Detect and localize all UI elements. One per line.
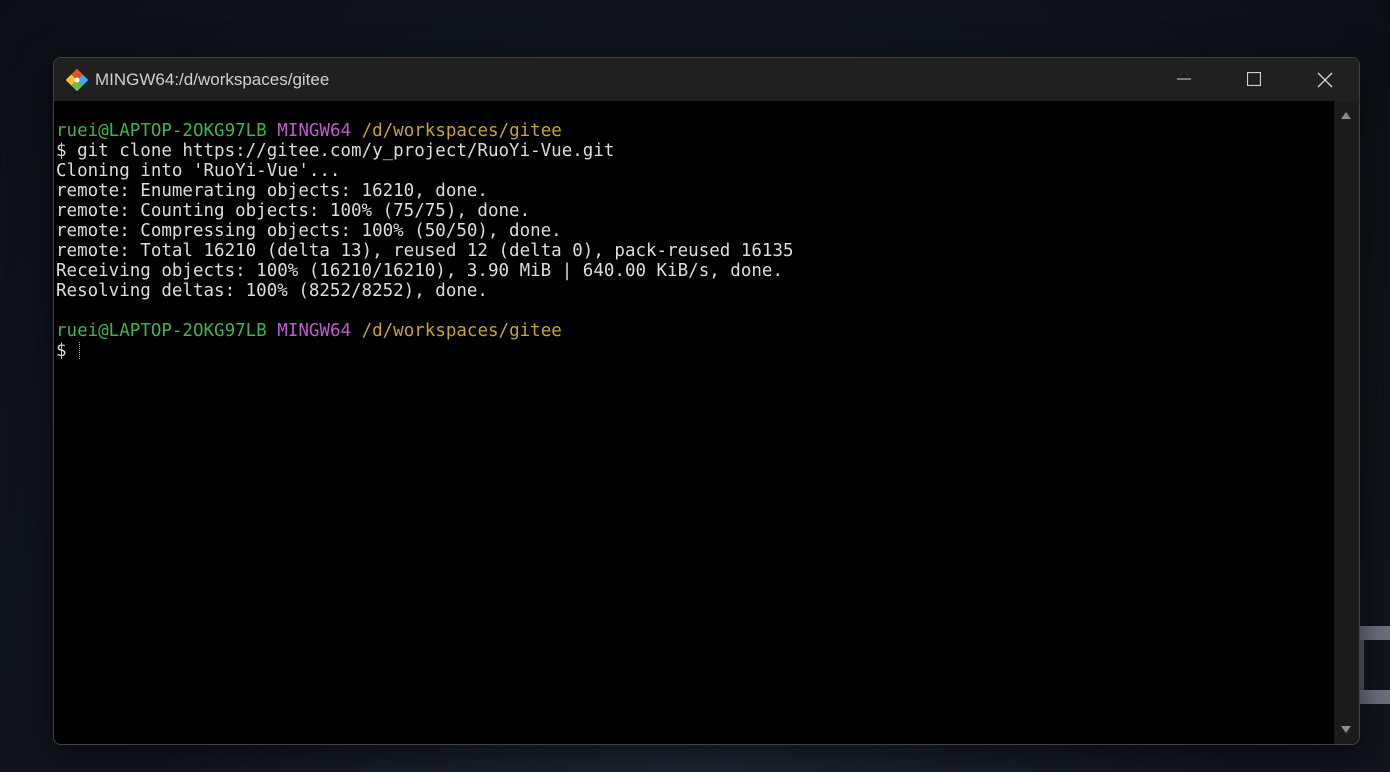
title-bar[interactable]: MINGW64:/d/workspaces/gitee <box>54 58 1359 101</box>
terminal-output-area[interactable]: ruei@LAPTOP-2OKG97LB MINGW64 /d/workspac… <box>54 101 1334 744</box>
prompt-env: MINGW64 <box>277 321 352 341</box>
git-icon <box>66 69 88 91</box>
output-line: remote: Total 16210 (delta 13), reused 1… <box>56 241 794 261</box>
maximize-icon <box>1247 72 1261 86</box>
prompt-user-host: ruei@LAPTOP-2OKG97LB <box>56 121 267 141</box>
desktop-background-shape <box>1360 640 1364 690</box>
minimize-icon <box>1177 78 1191 80</box>
window-title: MINGW64:/d/workspaces/gitee <box>95 70 330 89</box>
close-button[interactable] <box>1289 58 1359 101</box>
prompt-line: ruei@LAPTOP-2OKG97LB MINGW64 /d/workspac… <box>56 121 794 141</box>
prompt-path: /d/workspaces/gitee <box>361 321 562 341</box>
close-icon <box>1317 72 1333 88</box>
output-line: remote: Compressing objects: 100% (50/50… <box>56 221 562 241</box>
output-line: remote: Enumerating objects: 16210, done… <box>56 181 488 201</box>
terminal-window: MINGW64:/d/workspaces/gitee ruei@LAPTOP-… <box>53 57 1360 745</box>
desktop-background-shape <box>1360 690 1390 704</box>
desktop-background-shape <box>1360 626 1390 640</box>
prompt-user-host: ruei@LAPTOP-2OKG97LB <box>56 321 267 341</box>
prompt-env: MINGW64 <box>277 121 352 141</box>
output-line: Resolving deltas: 100% (8252/8252), done… <box>56 281 488 301</box>
scroll-up-arrow-icon[interactable] <box>1341 112 1351 119</box>
command-line: $ git clone https://gitee.com/y_project/… <box>56 141 615 161</box>
scroll-down-arrow-icon[interactable] <box>1341 726 1351 733</box>
minimize-button[interactable] <box>1149 58 1219 101</box>
output-line: Cloning into 'RuoYi-Vue'... <box>56 161 341 181</box>
output-line: remote: Counting objects: 100% (75/75), … <box>56 201 531 221</box>
prompt-path: /d/workspaces/gitee <box>361 121 562 141</box>
text-cursor <box>79 342 81 359</box>
vertical-scrollbar[interactable] <box>1334 101 1359 744</box>
output-line: Receiving objects: 100% (16210/16210), 3… <box>56 261 783 281</box>
maximize-button[interactable] <box>1219 58 1289 101</box>
prompt-line: ruei@LAPTOP-2OKG97LB MINGW64 /d/workspac… <box>56 321 794 341</box>
input-prefix: $ <box>56 341 78 361</box>
input-line[interactable]: $ <box>56 341 794 361</box>
